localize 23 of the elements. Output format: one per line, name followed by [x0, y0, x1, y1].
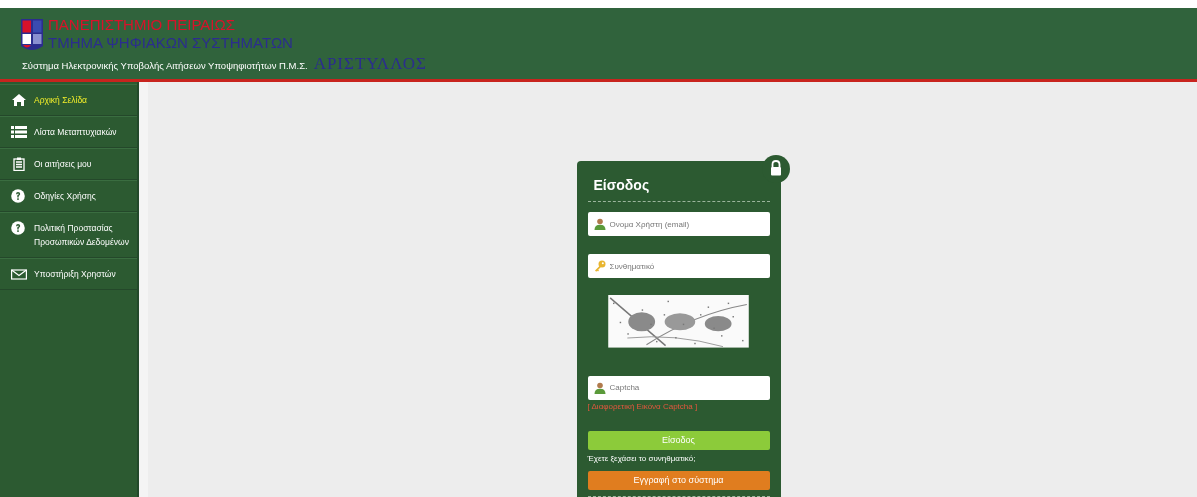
clipboard-icon — [11, 157, 27, 171]
input-field[interactable]: Captcha — [587, 375, 770, 400]
help-icon — [11, 221, 27, 235]
key-icon — [593, 260, 606, 272]
system-title: Σύστημα Ηλεκτρονικής Υποβολής Αιτήσεων Υποψηφιοτήτων Π.Μ.Σ. — [22, 60, 308, 71]
input-field[interactable]: Όνομα Χρήστη (email) — [587, 212, 770, 236]
help-icon — [11, 189, 27, 203]
forgot-password-link[interactable]: Έχετε ξεχάσει το συνηθματικό; — [587, 453, 770, 463]
sidebar-item[interactable]: Πολιτική Προστασίας Προσωπικών Δεδομένων — [0, 212, 137, 258]
department-name: ΤΜΗΜΑ ΨΗΦΙΑΚΩΝ ΣΥΣΤΗΜΑΤΩΝ — [48, 34, 294, 52]
sidebar-item[interactable]: Αρχική Σελίδα — [0, 84, 137, 116]
university-name: ΠΑΝΕΠΙΣΤΗΜΙΟ ΠΕΙΡΑΙΩΣ — [48, 16, 236, 34]
sidebar-item[interactable]: Οδηγίες Χρήσης — [0, 180, 137, 212]
envelope-icon — [11, 267, 27, 281]
brand-name: ΑΡΙΣΤΥΛΛΟΣ — [313, 54, 427, 74]
sidebar-item[interactable]: Υποστήριξη Χρηστών — [0, 258, 137, 290]
user-icon — [593, 218, 606, 230]
home-icon — [11, 93, 27, 107]
sidebar-item[interactable]: Οι αιτήσεις μου — [0, 148, 137, 180]
input-field[interactable]: Συνθηματικό — [587, 254, 770, 278]
list-icon — [11, 125, 27, 139]
sidebar-item[interactable]: Λίστα Μεταπτυχιακών — [0, 116, 137, 148]
user-icon — [593, 381, 606, 394]
